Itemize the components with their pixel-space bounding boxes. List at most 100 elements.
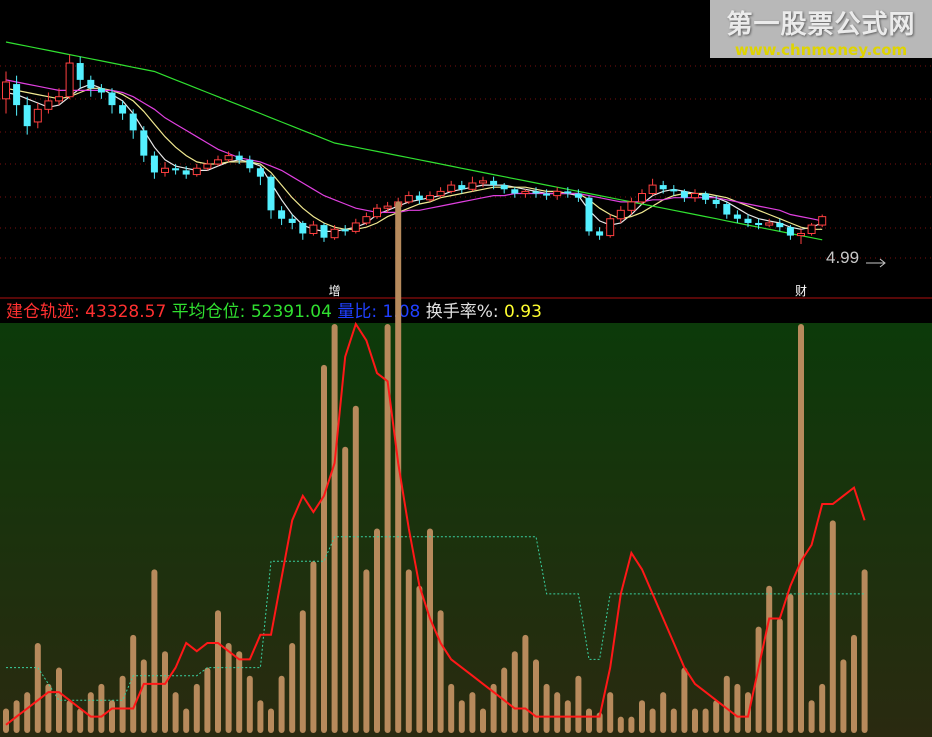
candle-body	[383, 205, 392, 209]
volume-bar	[374, 528, 380, 733]
volume-bar	[34, 643, 41, 733]
indicator-value: 1.08	[382, 302, 420, 322]
volume-bar	[98, 683, 105, 733]
candle-body	[606, 218, 615, 237]
candle-body	[616, 209, 625, 220]
candle	[807, 222, 816, 236]
candle-body	[362, 216, 371, 224]
chart-canvas: 增 财 4.99 建仓轨迹: 43328.57 平均仓位: 52391.04 量比…	[0, 0, 932, 737]
candle-body	[267, 176, 275, 211]
volume-bar	[193, 683, 200, 733]
candle-body	[87, 79, 95, 89]
candle-body	[490, 180, 498, 186]
candle-body	[23, 105, 31, 127]
volume-bar	[87, 692, 94, 733]
candle-body	[765, 222, 774, 226]
candle-body	[797, 232, 805, 237]
volume-bar	[617, 716, 624, 733]
candle-body	[235, 155, 243, 160]
candle-body	[172, 168, 180, 171]
volume-bar	[246, 675, 253, 733]
candle-body	[627, 201, 636, 211]
candle-body	[224, 155, 233, 161]
candle-body	[702, 193, 710, 200]
volume-bar	[268, 708, 274, 733]
indicator-bar: 建仓轨迹: 43328.57 平均仓位: 52391.04 量比: 1.08 换…	[6, 302, 542, 322]
candle-body	[807, 224, 816, 234]
candle-body	[97, 88, 105, 93]
candle-body	[458, 185, 466, 190]
watermark-title: 第一股票公式网	[726, 10, 916, 40]
volume-bar	[522, 634, 529, 733]
candle-body	[543, 193, 551, 196]
volume-bar	[639, 700, 645, 733]
candle-body	[320, 225, 328, 238]
volume-bar	[628, 716, 635, 733]
volume-bar	[342, 446, 349, 733]
candle-body	[44, 100, 53, 110]
candle-body	[776, 222, 784, 228]
volume-bar	[162, 651, 168, 733]
candle-body	[786, 227, 794, 236]
candle-body	[404, 195, 413, 203]
volume-bar	[352, 405, 359, 733]
volume-bar	[554, 692, 561, 733]
candle-body	[182, 170, 190, 175]
candle-body	[161, 167, 169, 173]
volume-bar	[225, 643, 232, 733]
watermark-logo: 第一股票公式网 www.chnmoney.com	[710, 0, 932, 59]
candle-body	[818, 216, 827, 226]
candle-body	[670, 189, 678, 192]
candle-body	[755, 222, 763, 226]
candle-body	[246, 159, 254, 169]
volume-bar	[236, 651, 243, 733]
candle-body	[744, 218, 752, 223]
price-annotation-label: 4.99	[826, 248, 859, 267]
indicator-value: 43328.57	[85, 302, 166, 322]
candle-body	[436, 190, 445, 197]
volume-bar	[151, 569, 158, 733]
volume-bar	[670, 708, 677, 733]
volume-bar	[660, 692, 667, 733]
volume-bar	[840, 659, 847, 733]
volume-bar	[851, 634, 857, 733]
candle-body	[532, 191, 540, 194]
candle	[585, 195, 593, 236]
indicator-label: 换手率%:	[420, 302, 504, 322]
volume-bar	[257, 700, 264, 733]
candle-body	[351, 222, 360, 232]
volume-bar	[533, 659, 539, 733]
candle-body	[585, 197, 593, 232]
volume-bar	[405, 569, 412, 733]
candle-body	[330, 228, 339, 239]
candle-body	[76, 63, 84, 80]
volume-bar	[469, 692, 476, 733]
volume-bar	[310, 561, 317, 733]
candle	[818, 214, 827, 228]
volume-bar	[437, 610, 444, 733]
candle-body	[479, 180, 487, 184]
candle-body	[256, 168, 264, 177]
candle-body	[299, 222, 307, 234]
volume-bar	[416, 585, 423, 733]
candle-body	[447, 184, 456, 192]
candle-body	[150, 155, 158, 173]
indicator-value: 0.93	[504, 302, 542, 322]
indicator-value: 52391.04	[251, 302, 332, 322]
candle-body	[129, 113, 137, 131]
candle-body	[2, 81, 10, 100]
candle-body	[214, 159, 222, 165]
volume-bar	[511, 651, 518, 733]
volume-bar	[204, 667, 211, 733]
volume-bar	[24, 692, 31, 733]
candle-body	[564, 191, 572, 194]
volume-bar	[766, 585, 773, 733]
candle-body	[680, 191, 688, 198]
candle-body	[13, 84, 21, 106]
volume-bar	[819, 683, 826, 733]
volume-bar	[109, 700, 115, 733]
candle-body	[638, 193, 646, 203]
candle-body	[341, 229, 349, 232]
volume-bar	[278, 675, 285, 733]
indicator-label: 平均仓位:	[166, 302, 251, 322]
